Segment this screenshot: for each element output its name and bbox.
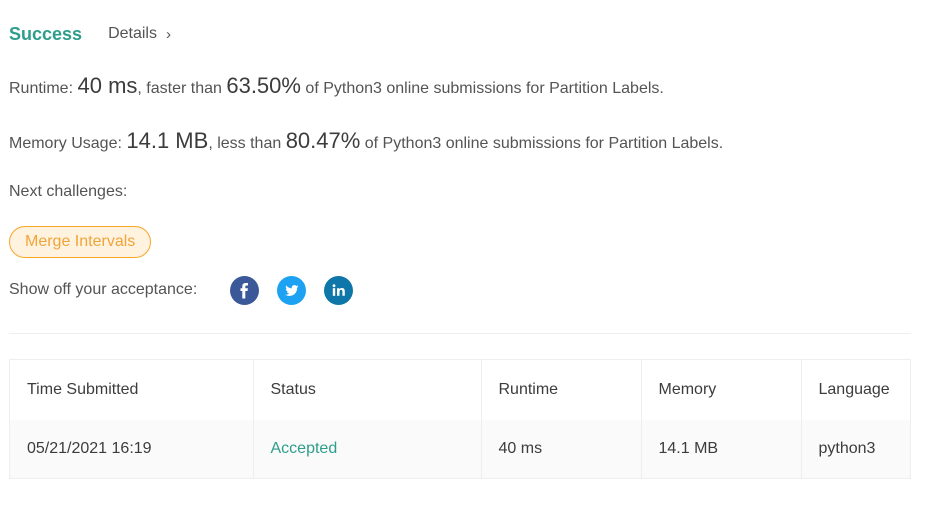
runtime-label: Runtime: bbox=[9, 80, 74, 97]
runtime-suffix: of Python3 online submissions for Partit… bbox=[300, 80, 664, 97]
runtime-summary: Runtime: 40 ms, faster than 63.50% of Py… bbox=[9, 73, 664, 99]
facebook-icon[interactable] bbox=[230, 275, 260, 305]
details-label: Details bbox=[108, 25, 157, 42]
details-link[interactable]: Details › bbox=[108, 25, 171, 43]
memory-percent: 80.47% bbox=[285, 128, 361, 153]
share-row: Show off your acceptance: bbox=[9, 275, 354, 305]
submissions-table: Time Submitted Status Runtime Memory Lan… bbox=[9, 359, 911, 479]
challenge-merge-intervals[interactable]: Merge Intervals bbox=[9, 226, 152, 258]
runtime-comparison: , faster than bbox=[137, 80, 227, 97]
linkedin-icon[interactable] bbox=[324, 275, 354, 305]
twitter-icon[interactable] bbox=[277, 275, 307, 305]
column-header-language: Language bbox=[800, 360, 910, 420]
column-header-memory: Memory bbox=[640, 360, 801, 420]
memory-suffix: of Python3 online submissions for Partit… bbox=[360, 135, 724, 152]
memory-comparison: , less than bbox=[208, 135, 286, 152]
memory-summary: Memory Usage: 14.1 MB, less than 80.47% … bbox=[9, 128, 723, 154]
cell-memory: 14.1 MB bbox=[640, 420, 801, 478]
column-header-status: Status bbox=[252, 360, 481, 420]
chevron-right-icon: › bbox=[165, 25, 171, 43]
table-header-row: Time Submitted Status Runtime Memory Lan… bbox=[10, 360, 910, 420]
cell-language: python3 bbox=[800, 420, 910, 478]
result-status: Success bbox=[9, 23, 83, 44]
cell-time-submitted: 05/21/2021 16:19 bbox=[27, 440, 152, 457]
runtime-value: 40 ms bbox=[77, 73, 138, 98]
column-header-runtime: Runtime bbox=[480, 360, 641, 420]
column-header-time: Time Submitted bbox=[27, 381, 139, 398]
runtime-percent: 63.50% bbox=[226, 73, 301, 98]
cell-status-link[interactable]: Accepted bbox=[252, 420, 481, 478]
divider bbox=[9, 333, 911, 334]
table-row: 05/21/2021 16:19 Accepted 40 ms 14.1 MB … bbox=[10, 420, 910, 478]
memory-label: Memory Usage: bbox=[9, 135, 122, 152]
share-label: Show off your acceptance: bbox=[9, 281, 198, 298]
next-challenges-label: Next challenges: bbox=[9, 183, 128, 200]
memory-value: 14.1 MB bbox=[126, 128, 209, 153]
result-header: Success Details › bbox=[9, 21, 171, 47]
cell-runtime: 40 ms bbox=[480, 420, 641, 478]
